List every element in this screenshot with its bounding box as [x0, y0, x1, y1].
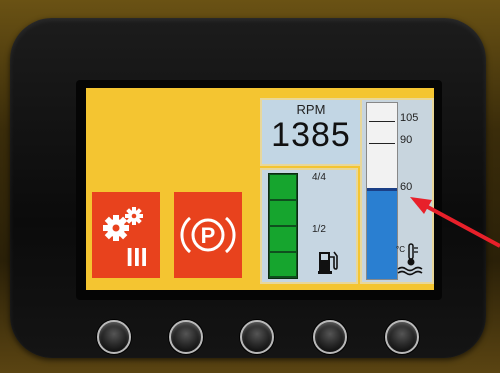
annotation-arrow — [410, 197, 500, 248]
